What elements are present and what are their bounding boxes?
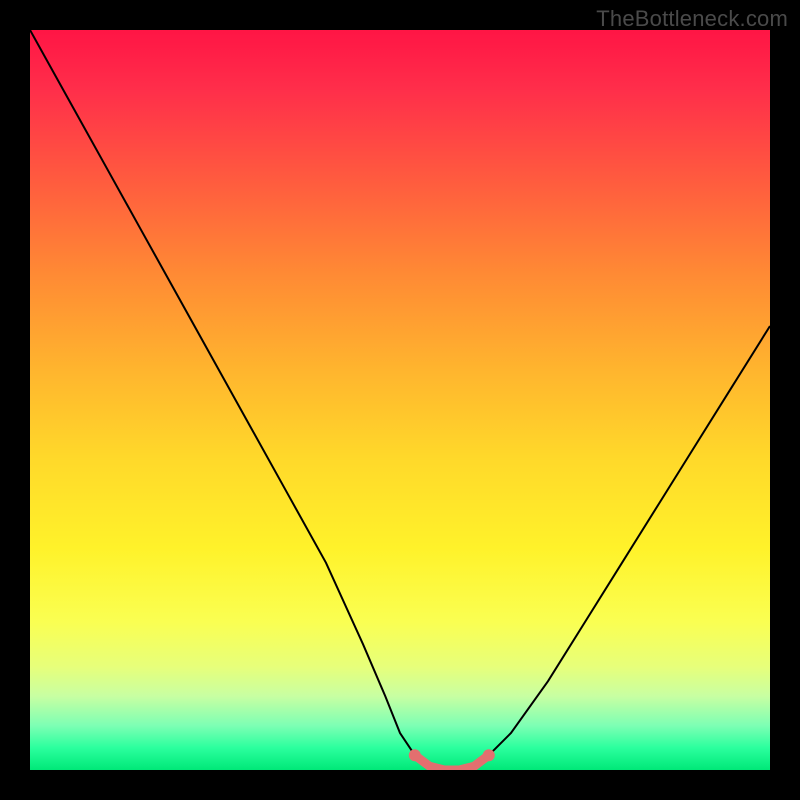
curve-line (30, 30, 770, 770)
bottleneck-curve (30, 30, 770, 770)
chart-frame: TheBottleneck.com (0, 0, 800, 800)
attribution-label: TheBottleneck.com (596, 6, 788, 32)
plot-area (30, 30, 770, 770)
optimal-markers (409, 749, 495, 770)
